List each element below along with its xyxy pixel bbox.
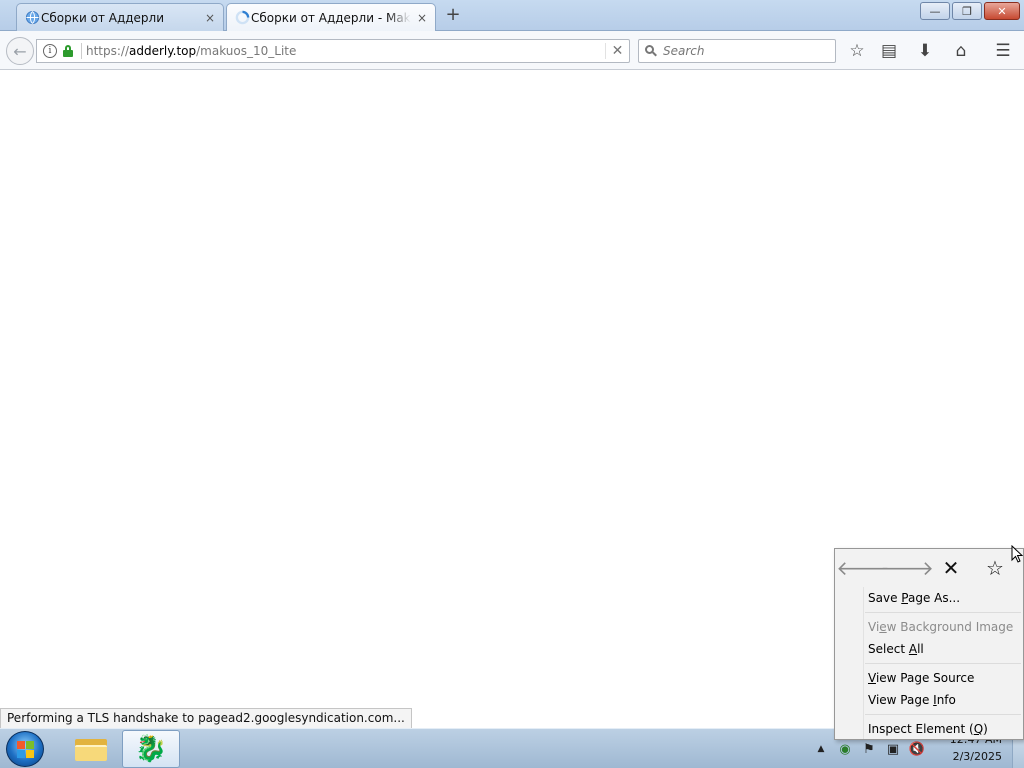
- forward-arrow-icon[interactable]: 🡒: [880, 554, 934, 582]
- search-input[interactable]: Search: [638, 39, 836, 63]
- minimize-button[interactable]: —: [920, 2, 950, 20]
- downloads-icon[interactable]: ⬇: [914, 41, 936, 61]
- tab-title: Сборки от Аддерли: [41, 10, 165, 25]
- home-icon[interactable]: ⌂: [950, 41, 972, 61]
- menu-separator: [865, 714, 1021, 715]
- tab-adderly-2[interactable]: Сборки от Аддерли - Makuos ×: [226, 3, 436, 32]
- network-monitor-icon[interactable]: ▣: [884, 740, 902, 758]
- tab-close-icon[interactable]: ×: [415, 11, 429, 25]
- url-bar[interactable]: i https://adderly.top/makuos_10_Lite ✕: [36, 39, 630, 63]
- network-globe-icon[interactable]: ◉: [836, 740, 854, 758]
- lock-icon[interactable]: [63, 45, 73, 57]
- folder-icon: [75, 737, 107, 761]
- stop-icon[interactable]: ✕: [937, 554, 965, 582]
- show-hidden-icons-icon[interactable]: ▲: [812, 740, 830, 758]
- stop-loading-icon[interactable]: ✕: [605, 43, 629, 59]
- url-divider: [81, 43, 82, 59]
- loading-spinner-icon: [235, 10, 250, 25]
- globe-icon: [25, 10, 40, 25]
- new-tab-button[interactable]: +: [444, 5, 462, 25]
- menu-separator: [865, 663, 1021, 664]
- back-arrow-icon[interactable]: 🡐: [836, 554, 890, 582]
- bookmark-star-icon[interactable]: ☆: [981, 554, 1009, 582]
- maximize-button[interactable]: ❐: [952, 2, 982, 20]
- mouse-cursor-icon: [1011, 545, 1023, 563]
- clock-date: 2/3/2025: [952, 750, 1002, 763]
- menu-separator: [865, 612, 1021, 613]
- windows-logo-icon: [17, 741, 34, 758]
- context-menu-navigation: 🡐 🡒 ✕ ☆: [835, 549, 1023, 587]
- tab-title: Сборки от Аддерли - Makuos: [251, 11, 411, 25]
- context-menu: 🡐 🡒 ✕ ☆ Save Page As... View Background I…: [834, 548, 1024, 740]
- taskbar-explorer-button[interactable]: [62, 730, 120, 768]
- reading-list-icon[interactable]: ▤: [878, 41, 900, 61]
- taskbar-browser-button[interactable]: 🐉: [122, 730, 180, 768]
- search-icon: [645, 45, 657, 57]
- bookmark-star-icon[interactable]: ☆: [846, 41, 868, 61]
- volume-muted-icon[interactable]: 🔇: [908, 740, 926, 758]
- window-controls: — ❐ ✕: [920, 2, 1020, 20]
- start-button[interactable]: [6, 731, 44, 767]
- search-placeholder: Search: [663, 44, 705, 58]
- site-info-icon[interactable]: i: [43, 44, 57, 58]
- url-text[interactable]: https://adderly.top/makuos_10_Lite: [86, 44, 605, 58]
- tab-close-icon[interactable]: ×: [203, 11, 217, 25]
- navigation-toolbar: ← i https://adderly.top/makuos_10_Lite ✕…: [0, 31, 1024, 70]
- menu-gutter: [863, 587, 864, 739]
- close-window-button[interactable]: ✕: [984, 2, 1020, 20]
- dragon-app-icon: 🐉: [134, 734, 168, 764]
- status-bar: Performing a TLS handshake to pagead2.go…: [0, 708, 412, 729]
- tab-strip: Сборки от Аддерли × Сборки от Аддерли - …: [0, 0, 1024, 32]
- tab-adderly-1[interactable]: Сборки от Аддерли ×: [16, 3, 224, 31]
- action-center-flag-icon[interactable]: ⚑: [860, 740, 878, 758]
- back-button[interactable]: ←: [6, 37, 34, 65]
- hamburger-menu-icon[interactable]: ☰: [992, 41, 1014, 61]
